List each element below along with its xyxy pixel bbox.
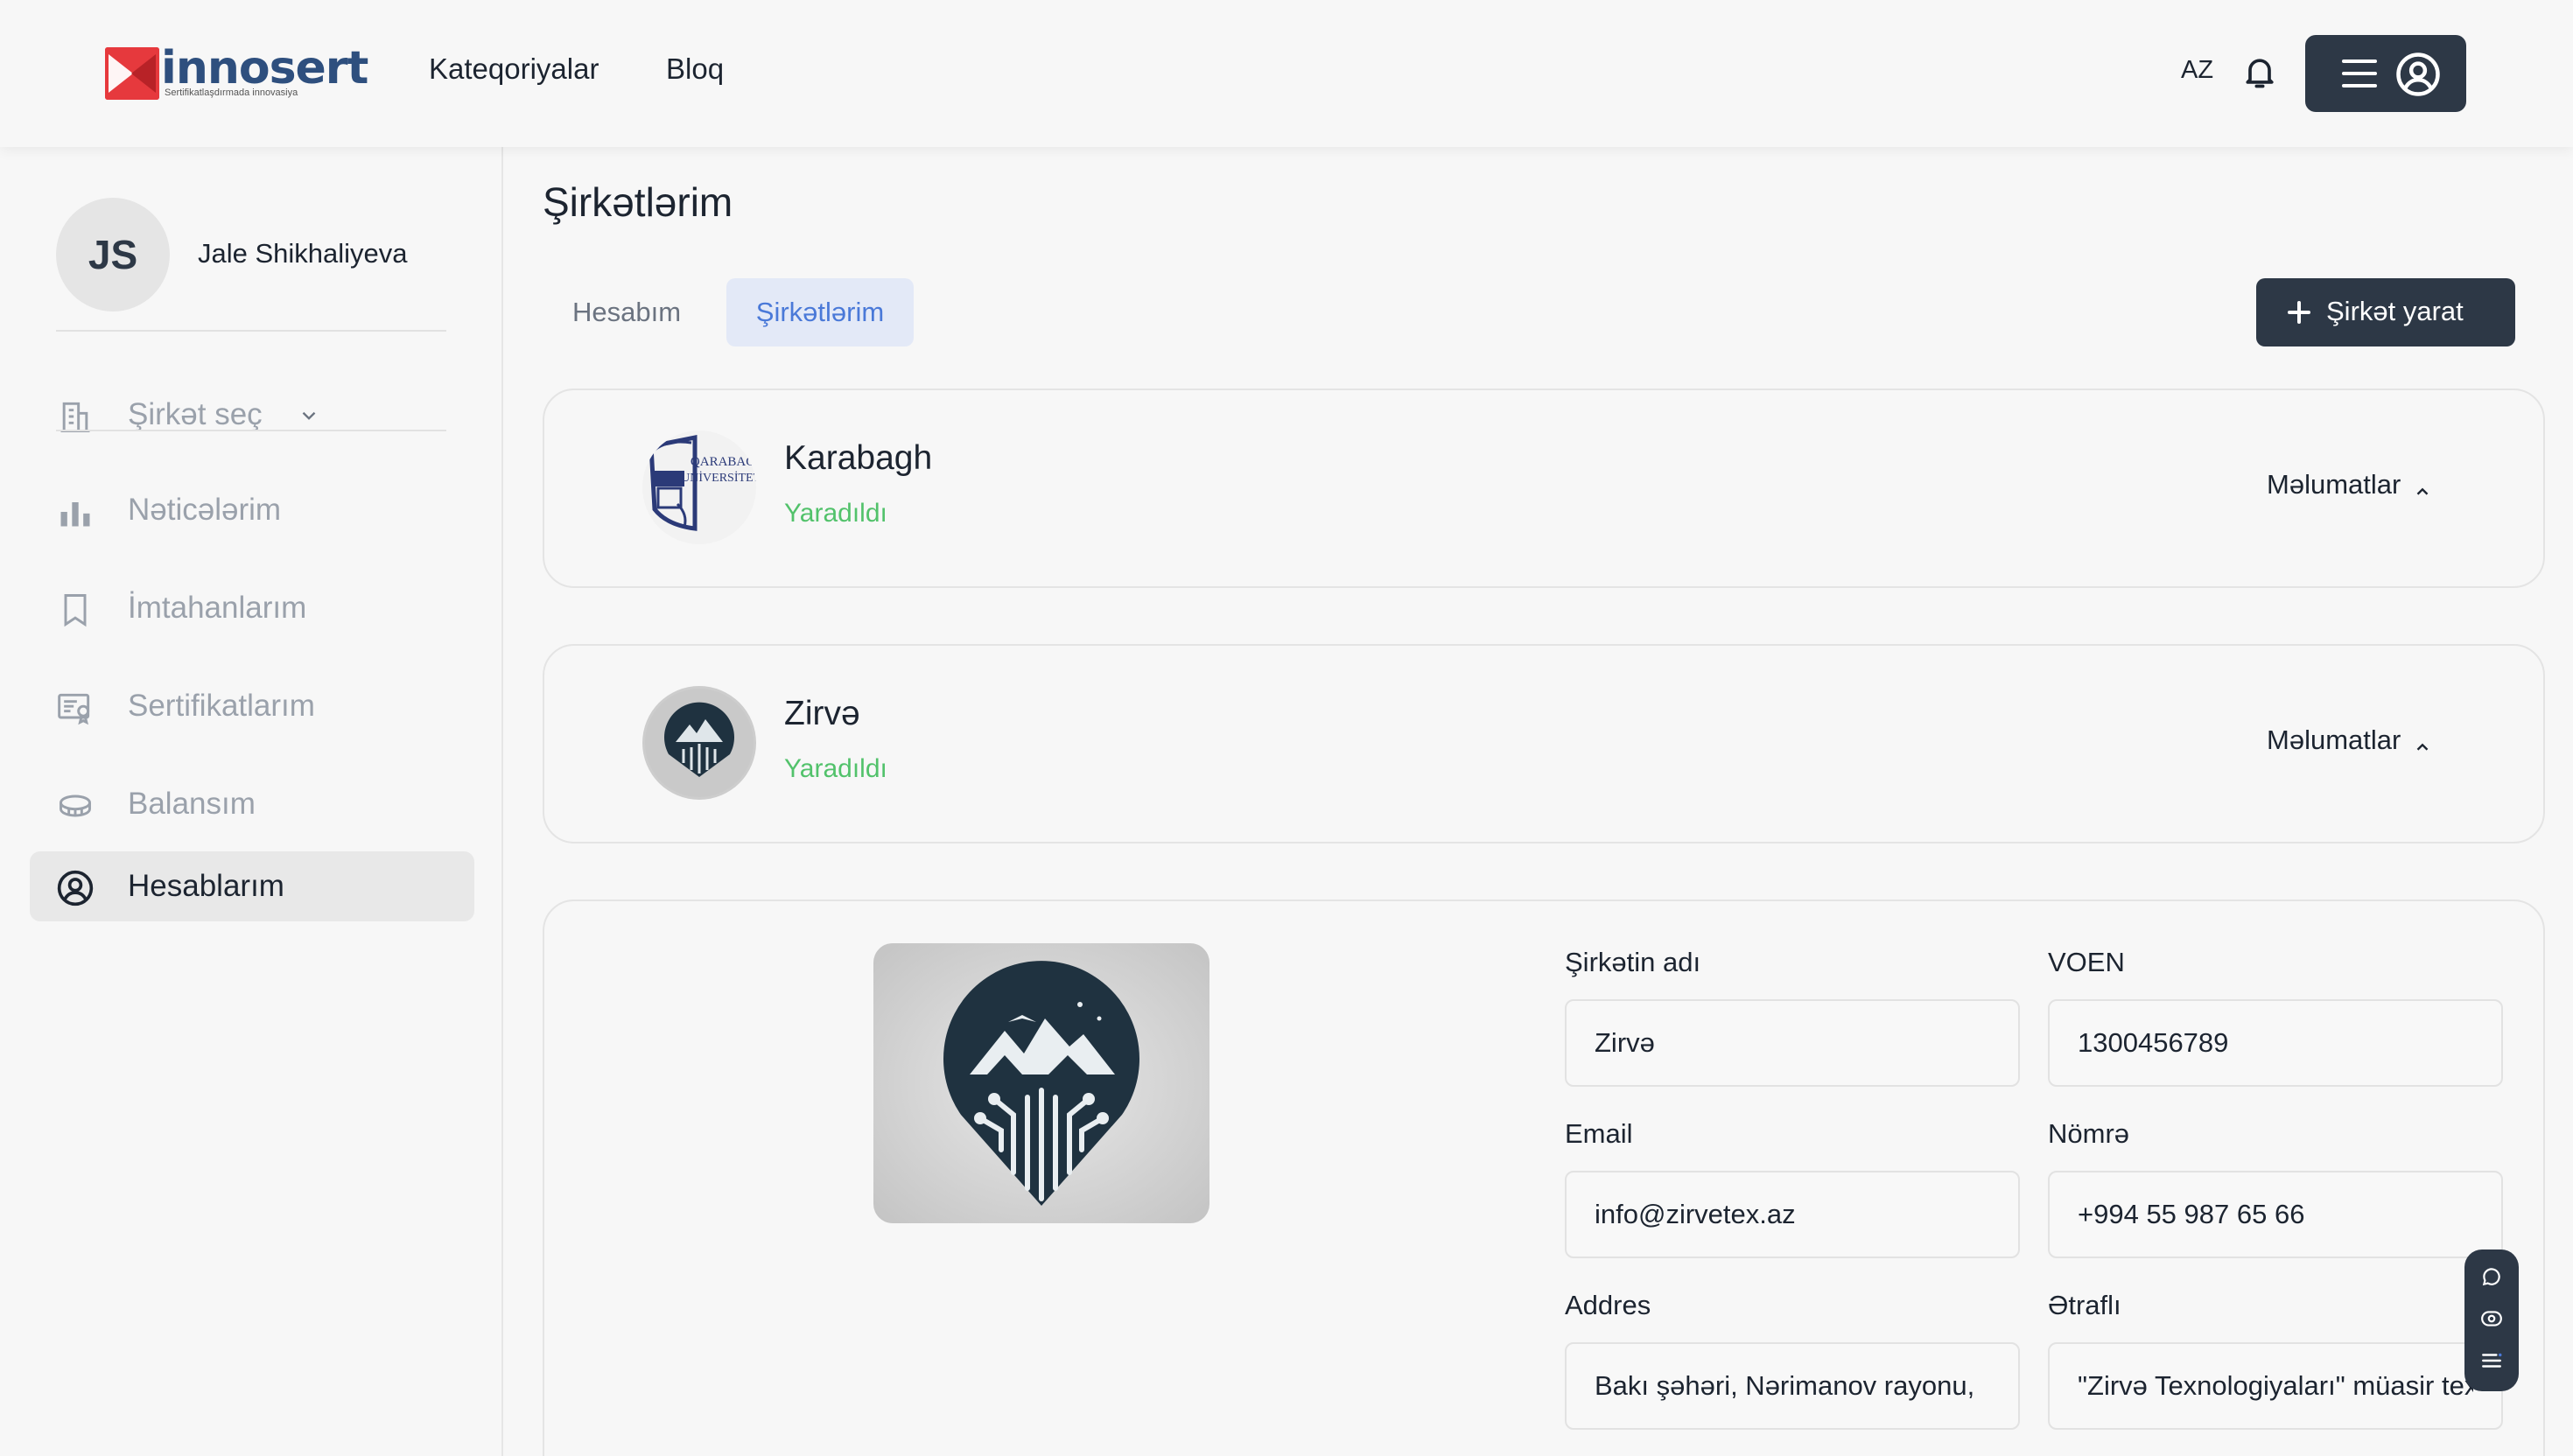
floating-toolbar <box>2464 1250 2519 1391</box>
coins-icon <box>56 787 95 825</box>
company-name-field[interactable] <box>1565 999 2020 1087</box>
logo-text-line: UNİVERSİTETİ <box>681 471 756 485</box>
sidebar-item-label: Balansım <box>128 787 256 821</box>
address-field[interactable] <box>1565 1342 2020 1430</box>
sidebar-item-label: Sertifikatlarım <box>128 689 315 723</box>
sidebar-item-accounts[interactable]: Hesablarım <box>30 851 474 921</box>
chevron-up-icon <box>2413 732 2432 752</box>
company-name: Karabagh <box>784 439 933 477</box>
details-toggle-label: Məlumatlar <box>2267 724 2401 755</box>
language-switcher[interactable]: AZ <box>2181 56 2213 85</box>
hamburger-icon <box>2340 56 2379 91</box>
bookmark-icon <box>56 591 95 629</box>
divider <box>56 330 446 332</box>
chevron-up-icon <box>2413 477 2432 496</box>
nav-blog[interactable]: Bloq <box>666 52 724 86</box>
logo-text-line: QARABAĞ <box>691 454 755 469</box>
company-select-dropdown[interactable]: Şirkət seç <box>30 380 474 450</box>
sidebar-item-label: Hesablarım <box>128 869 284 903</box>
status-badge: Yaradıldı <box>784 499 887 528</box>
logo-tagline: Sertifikatlaşdırmada innovasiya <box>165 88 298 98</box>
sidebar: JS Jale Shikhaliyeva Şirkət seç Nəticələ… <box>0 147 503 1456</box>
sidebar-item-label: Nəticələrim <box>128 493 282 527</box>
field-label: Nömrə <box>2048 1118 2130 1149</box>
company-logo: QARABAĞ UNİVERSİTETİ <box>642 430 756 544</box>
page-title: Şirkətlərim <box>543 179 733 225</box>
user-name: Jale Shikhaliyeva <box>198 238 408 269</box>
create-company-label: Şirkət yarat <box>2326 296 2464 326</box>
top-bar: innosert Sertifikatlaşdırmada innovasiya… <box>0 0 2573 147</box>
details-toggle-label: Məlumatlar <box>2267 469 2401 500</box>
field-label: VOEN <box>2048 947 2125 977</box>
sidebar-item-exams[interactable]: İmtahanlarım <box>30 573 474 643</box>
company-image[interactable] <box>873 943 1209 1223</box>
company-card: Zirvə Yaradıldı Məlumatlar <box>543 644 2545 844</box>
description-field[interactable] <box>2048 1342 2503 1430</box>
sidebar-item-label: İmtahanlarım <box>128 591 307 625</box>
user-circle-icon <box>2394 51 2442 98</box>
tab-my-companies[interactable]: Şirkətlərim <box>726 278 914 346</box>
field-label: Şirkətin adı <box>1565 947 1701 977</box>
eye-icon[interactable] <box>2480 1307 2503 1330</box>
status-badge: Yaradıldı <box>784 754 887 783</box>
voen-field[interactable] <box>2048 999 2503 1087</box>
sidebar-item-balance[interactable]: Balansım <box>30 769 474 839</box>
user-circle-icon <box>56 869 95 907</box>
field-label: Addres <box>1565 1290 1651 1320</box>
company-select-label: Şirkət seç <box>128 397 263 431</box>
company-logo <box>642 686 756 800</box>
bar-chart-icon <box>56 493 95 531</box>
phone-field[interactable] <box>2048 1171 2503 1258</box>
details-toggle[interactable]: Məlumatlar <box>2267 724 2432 756</box>
create-company-button[interactable]: Şirkət yarat <box>2256 278 2515 346</box>
bell-icon[interactable] <box>2240 52 2279 91</box>
email-field[interactable] <box>1565 1171 2020 1258</box>
nav-categories[interactable]: Kateqoriyalar <box>429 52 599 86</box>
list-icon[interactable] <box>2480 1349 2503 1372</box>
sidebar-item-results[interactable]: Nəticələrim <box>30 475 474 545</box>
chevron-down-icon <box>298 404 320 427</box>
divider <box>56 430 446 431</box>
details-toggle[interactable]: Məlumatlar <box>2267 469 2432 500</box>
innosert-logo[interactable]: innosert Sertifikatlaşdırmada innovasiya <box>105 42 368 105</box>
company-card: QARABAĞ UNİVERSİTETİ Karabagh Yaradıldı … <box>543 388 2545 588</box>
logo-mark-icon <box>105 47 159 100</box>
certificate-icon <box>56 689 95 727</box>
tab-my-account[interactable]: Hesabım <box>544 278 709 346</box>
company-name: Zirvə <box>784 695 860 732</box>
chat-icon[interactable] <box>2480 1265 2503 1288</box>
logo-wordmark: innosert <box>161 42 368 94</box>
menu-profile-button[interactable] <box>2305 35 2466 112</box>
field-label: Email <box>1565 1118 1633 1149</box>
company-details-panel: Şirkətin adı VOEN Email Nömrə Addres Ətr… <box>543 900 2545 1456</box>
sidebar-item-certificates[interactable]: Sertifikatlarım <box>30 671 474 741</box>
plus-icon <box>2286 299 2312 326</box>
avatar: JS <box>56 198 170 312</box>
field-label: Ətraflı <box>2048 1290 2121 1320</box>
